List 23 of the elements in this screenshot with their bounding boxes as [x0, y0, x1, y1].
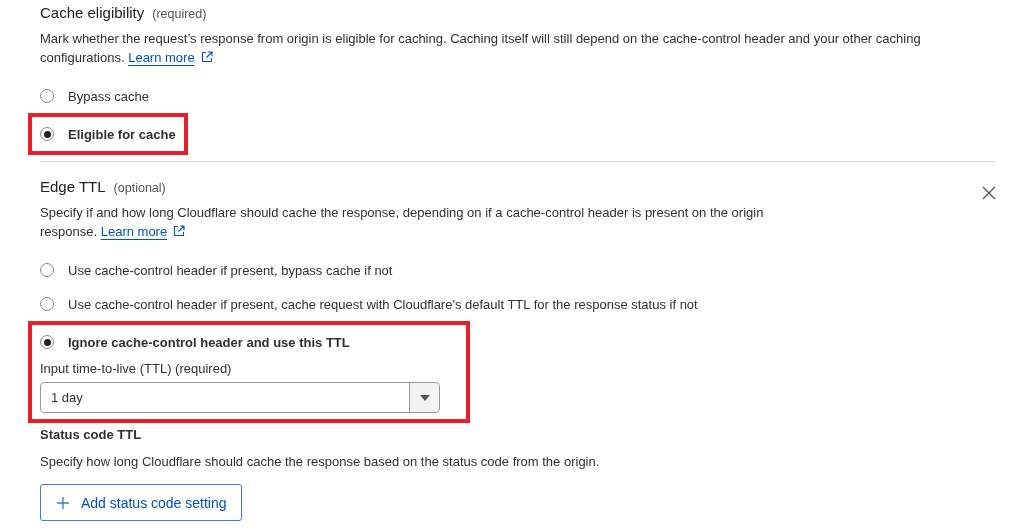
external-link-icon: [200, 51, 213, 63]
radio-option[interactable]: Ignore cache-control header and use this TTL: [40, 325, 350, 359]
subsection-description: Specify how long Cloudflare should cache the response based on the status code from the origin.: [40, 454, 601, 469]
close-icon[interactable]: [982, 186, 996, 200]
section-qualifier: (required): [152, 7, 207, 21]
section-title: Edge TTL: [40, 178, 106, 195]
radio-option[interactable]: Eligible for cache: [40, 117, 176, 151]
add-status-code-button[interactable]: Add status code setting: [40, 484, 242, 521]
external-link-icon: [173, 225, 186, 237]
radio-option[interactable]: Use cache-control header if present, bypass cache if not: [40, 253, 393, 287]
plus-icon: [57, 496, 69, 509]
subsection-title: Status code TTL: [40, 427, 143, 442]
section-title: Cache eligibility: [40, 4, 145, 21]
learn-more-link[interactable]: Learn more: [128, 50, 213, 65]
field-label: Input time-to-live (TTL) (required): [40, 361, 233, 376]
section-description: Specify if and how long Cloudflare should cache the response, depending on if a cache-control header is present on the origin response. Learn more: [40, 204, 765, 241]
section-description: Mark whether the request’s response from origin is eligible for caching. Caching itself will still depend on the cache-control header and your other caching configurations. Learn more: [40, 30, 922, 67]
section-qualifier: (optional): [113, 181, 166, 195]
radio-option[interactable]: Bypass cache: [40, 79, 149, 113]
radio-option[interactable]: Use cache-control header if present, cache request with Cloudflare's default TTL for the response status if not: [40, 287, 698, 321]
caret-icon: [419, 394, 430, 401]
learn-more-link[interactable]: Learn more: [100, 224, 186, 239]
ttl-dropdown[interactable]: 1 day: [40, 382, 440, 413]
